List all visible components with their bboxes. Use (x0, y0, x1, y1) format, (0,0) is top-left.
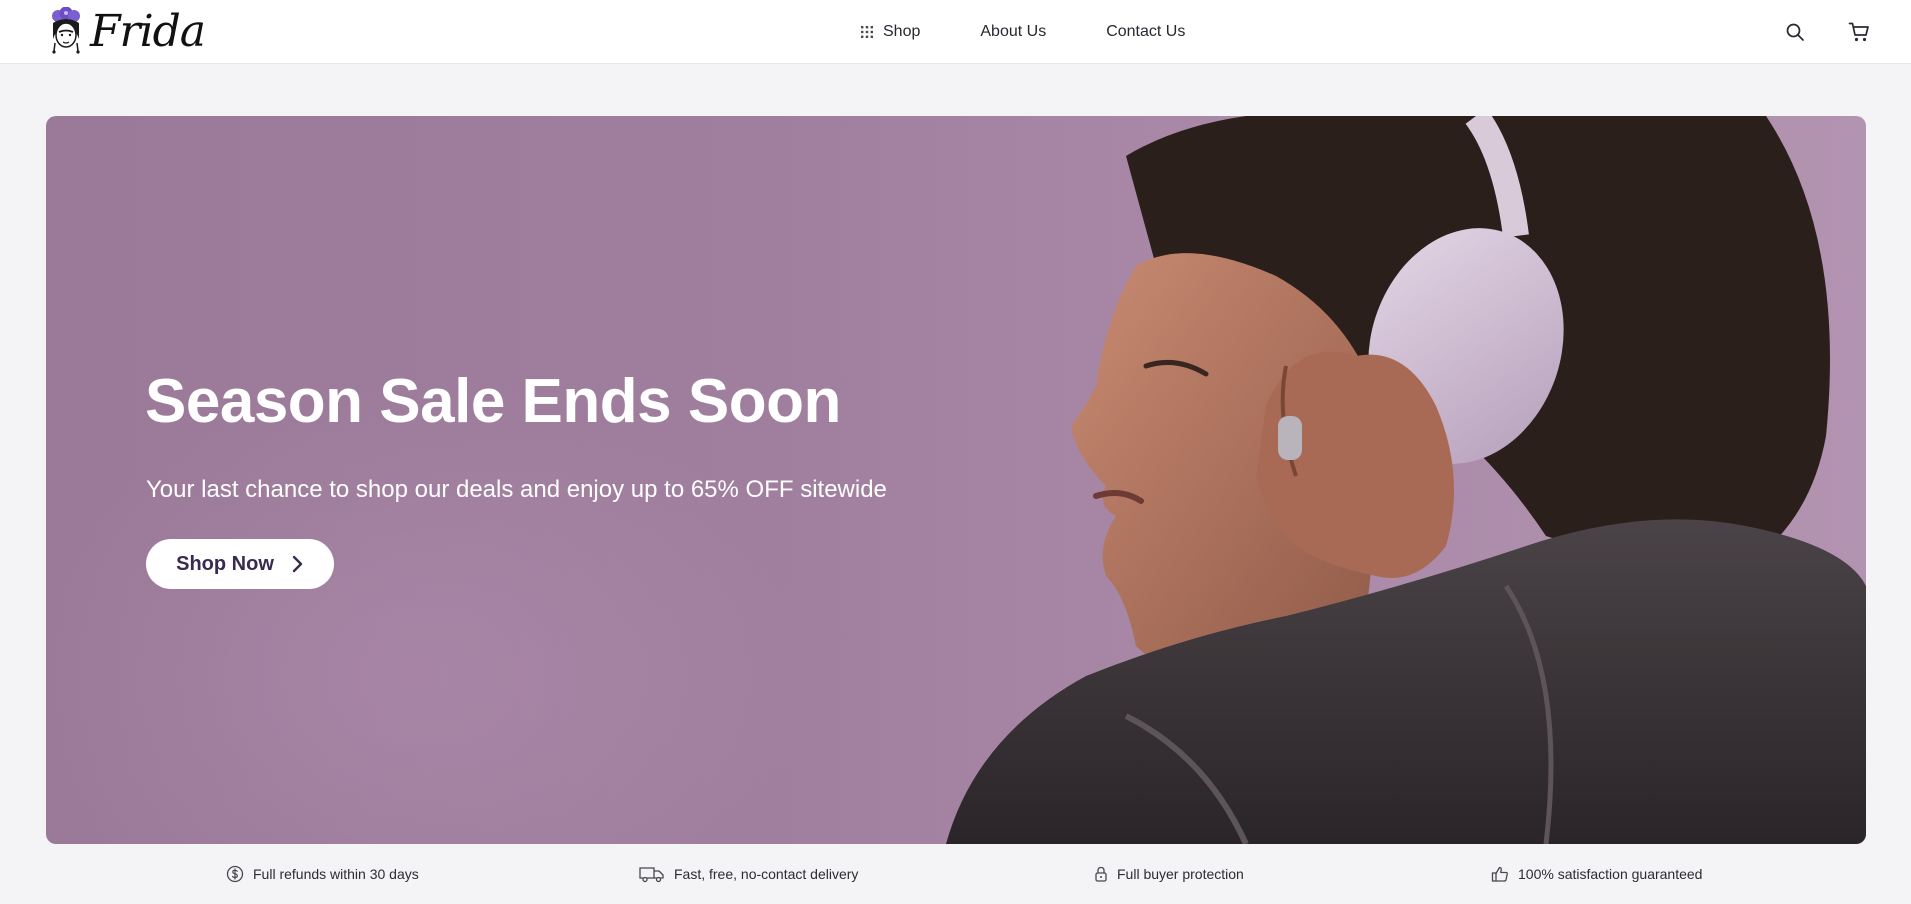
nav-item-about-us[interactable]: About Us (980, 23, 1046, 41)
nav-item-shop[interactable]: Shop (860, 23, 920, 41)
feature-satisfaction: 100% satisfaction guaranteed (1491, 856, 1702, 892)
feature-label: Fast, free, no-contact delivery (674, 866, 859, 882)
feature-label: 100% satisfaction guaranteed (1518, 866, 1703, 882)
feature-refunds: Full refunds within 30 days (226, 856, 419, 892)
cart-button[interactable] (1847, 20, 1871, 44)
nav-item-label: About Us (980, 23, 1047, 40)
hero-title: Season Sale Ends Soon (145, 367, 841, 436)
brand-wordmark: Frida (90, 6, 206, 57)
brand-logo[interactable]: Frida (48, 4, 206, 60)
site-header: Frida Shop About Us Contact Us (0, 0, 1911, 64)
header-actions (1783, 0, 1871, 64)
feature-label: Full buyer protection (1117, 866, 1244, 882)
frida-portrait-icon (52, 7, 80, 54)
hero-banner: Season Sale Ends Soon Your last chance t… (46, 116, 1866, 844)
nav-item-label: Shop (883, 23, 921, 40)
dollar-circle-icon (226, 865, 244, 883)
features-strip: Full refunds within 30 days Fast, free, … (46, 856, 1866, 892)
chevron-right-icon (292, 555, 303, 573)
main-nav: Shop About Us Contact Us (860, 0, 1185, 64)
shop-now-label: Shop Now (176, 552, 274, 575)
grid-icon (861, 26, 873, 38)
thumbs-up-icon (1491, 866, 1508, 882)
feature-label: Full refunds within 30 days (253, 866, 419, 882)
feature-protection: Full buyer protection (1094, 856, 1244, 892)
feature-delivery: Fast, free, no-contact delivery (639, 856, 858, 892)
shop-now-button[interactable]: Shop Now (146, 539, 334, 589)
nav-item-contact-us[interactable]: Contact Us (1106, 23, 1185, 41)
nav-item-label: Contact Us (1106, 23, 1186, 40)
truck-icon (639, 867, 664, 883)
cart-icon (1848, 22, 1869, 42)
search-icon (1786, 23, 1804, 41)
search-button[interactable] (1783, 20, 1807, 44)
hero-subtitle: Your last chance to shop our deals and e… (146, 476, 887, 503)
lock-icon (1095, 866, 1107, 882)
